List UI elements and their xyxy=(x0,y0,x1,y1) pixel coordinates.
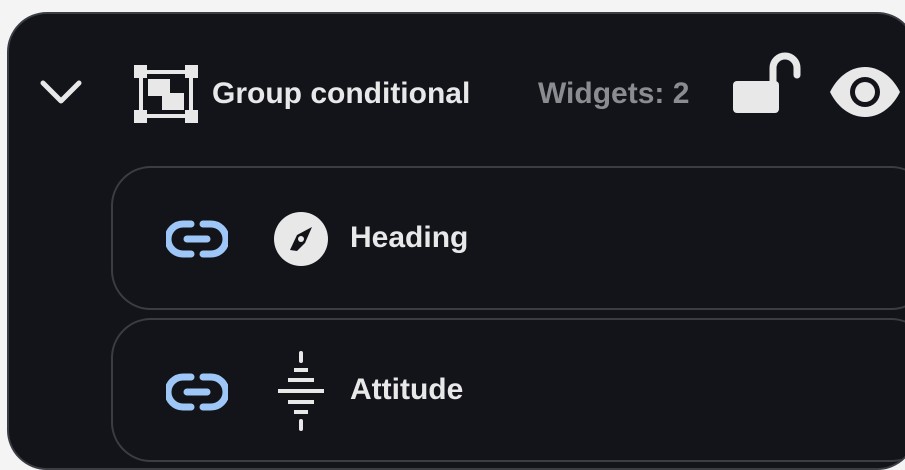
eye-icon[interactable] xyxy=(827,64,903,120)
compass-icon xyxy=(274,212,328,266)
widget-item-heading[interactable]: Heading xyxy=(111,166,905,310)
widget-label: Heading xyxy=(350,221,469,254)
chevron-down-icon[interactable] xyxy=(39,76,83,108)
lock-open-icon[interactable] xyxy=(730,51,802,115)
link-icon[interactable] xyxy=(166,219,228,259)
group-panel: Group conditional Widgets: 2 Heading Att… xyxy=(7,12,905,470)
widget-item-attitude[interactable]: Attitude xyxy=(111,318,905,462)
link-icon[interactable] xyxy=(166,372,228,412)
attitude-icon xyxy=(278,351,324,431)
widget-label: Attitude xyxy=(350,373,464,406)
widget-count: Widgets: 2 xyxy=(538,77,690,110)
group-title: Group conditional xyxy=(212,77,471,110)
group-header[interactable]: Group conditional Widgets: 2 xyxy=(9,14,905,154)
group-select-icon xyxy=(134,65,198,123)
